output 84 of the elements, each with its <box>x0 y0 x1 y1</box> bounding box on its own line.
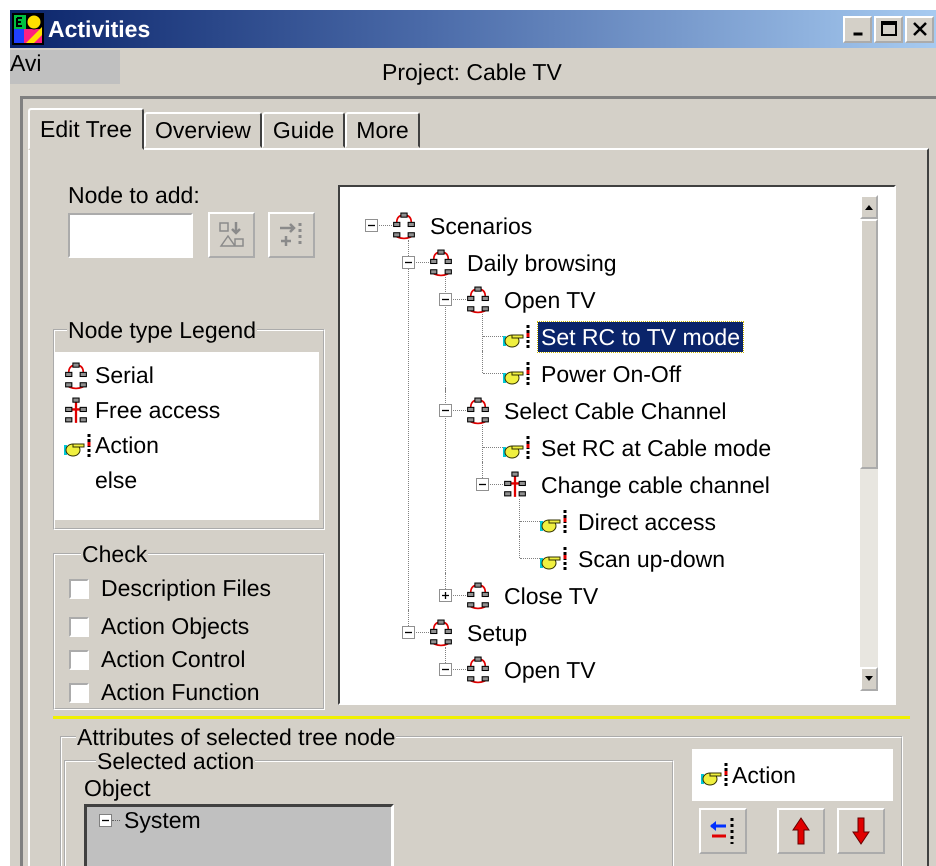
expand-toggle[interactable] <box>439 589 452 602</box>
pointing-hand-icon <box>502 324 532 350</box>
tab[interactable]: More <box>345 112 420 148</box>
pointing-hand-icon <box>502 360 532 386</box>
collapse-toggle[interactable] <box>476 478 489 491</box>
ring-hierarchy-icon <box>63 362 89 390</box>
close-button[interactable] <box>905 16 934 42</box>
scroll-up-button[interactable] <box>860 195 878 219</box>
tree-item[interactable]: Open TV <box>501 654 599 684</box>
ring-hierarchy-icon <box>428 618 454 646</box>
scroll-down-button[interactable] <box>860 667 878 691</box>
tree-item[interactable]: Daily browsing <box>464 248 620 278</box>
up-arrow-icon <box>864 203 874 211</box>
ring-hierarchy-icon <box>428 248 454 276</box>
tree-item[interactable]: Setup <box>464 618 530 648</box>
tab[interactable]: Edit Tree <box>28 108 144 150</box>
checkbox[interactable] <box>69 650 89 670</box>
checkbox-label: Action Function <box>101 679 260 706</box>
down-arrow-icon <box>864 675 874 683</box>
move-down-button[interactable] <box>837 808 885 854</box>
legend-label: Serial <box>95 362 154 389</box>
pointing-hand-icon <box>539 508 569 534</box>
pointing-hand-icon <box>502 434 532 460</box>
collapse-toggle[interactable] <box>439 293 452 306</box>
pointing-hand-icon <box>700 762 730 788</box>
tree-item[interactable]: Scan up-down <box>575 544 728 574</box>
plus-icon <box>440 590 451 601</box>
shapes-arrow-icon <box>216 220 246 250</box>
checkbox[interactable] <box>69 682 89 702</box>
project-title: Project: Cable TV <box>382 58 562 86</box>
input-field[interactable] <box>68 212 193 258</box>
scrollbar[interactable] <box>860 195 878 691</box>
app-icon <box>12 13 44 45</box>
move-up-button[interactable] <box>777 808 825 854</box>
legend-label: Free access <box>95 397 220 424</box>
tree-item[interactable]: Open TV <box>501 284 599 314</box>
tree-item[interactable]: Change cable channel <box>538 470 773 500</box>
legend-label: else <box>95 467 138 494</box>
checkbox[interactable] <box>69 616 89 636</box>
checkbox-label: Description Files <box>101 575 271 602</box>
ring-hierarchy-icon <box>465 656 491 684</box>
ring-hierarchy-icon <box>465 582 491 610</box>
collapse-toggle[interactable] <box>365 219 378 232</box>
collapse-toggle[interactable] <box>439 404 452 417</box>
ring-hierarchy-icon <box>465 286 491 314</box>
collapse-toggle[interactable] <box>439 663 452 676</box>
ring-hierarchy-icon <box>465 396 491 424</box>
legend-label: Action <box>95 432 159 459</box>
window-title: Activities <box>48 16 152 42</box>
group-label: Node type Legend <box>67 318 257 342</box>
group-label: Selected action <box>96 749 256 773</box>
minimize-icon <box>852 32 862 36</box>
checkbox-label: Action Control <box>101 646 246 673</box>
group-label: Check <box>81 542 148 566</box>
branch-hierarchy-icon <box>63 396 89 424</box>
tree-item[interactable]: Scenarios <box>427 210 536 240</box>
field-label: Object <box>84 775 152 801</box>
collapse-toggle[interactable] <box>402 256 415 269</box>
tree-item[interactable]: Close TV <box>501 580 602 610</box>
tree-item[interactable]: Direct access <box>575 506 720 536</box>
group-label: Attributes of selected tree node <box>76 725 396 749</box>
field-label: Node to add: <box>68 183 201 207</box>
ring-hierarchy-icon <box>391 212 417 240</box>
tree-item[interactable]: Select Cable Channel <box>501 396 730 426</box>
pointing-hand-icon <box>63 432 93 458</box>
tree-item[interactable]: Power On-Off <box>538 358 684 388</box>
tree-item[interactable]: Set RC at Cable mode <box>538 432 774 462</box>
maximize-icon <box>878 19 898 39</box>
tab[interactable]: Overview <box>144 112 262 148</box>
node-type-label: Action <box>732 762 796 788</box>
tree-item[interactable]: System <box>124 807 201 833</box>
move-left-button[interactable] <box>699 808 747 854</box>
checkbox-label: Action Objects <box>101 613 250 640</box>
pointing-hand-icon <box>539 546 569 572</box>
tab[interactable]: Guide <box>262 112 346 148</box>
user-name: Avi <box>10 50 120 84</box>
maximize-button[interactable] <box>874 16 903 42</box>
checkbox[interactable] <box>69 578 89 598</box>
tree-item[interactable]: Set RC to TV mode <box>538 322 743 352</box>
collapse-toggle[interactable] <box>402 626 415 639</box>
minimize-button[interactable] <box>843 16 872 42</box>
scroll-thumb[interactable] <box>860 219 878 469</box>
collapse-toggle[interactable] <box>99 814 112 826</box>
branch-hierarchy-icon <box>502 470 528 498</box>
